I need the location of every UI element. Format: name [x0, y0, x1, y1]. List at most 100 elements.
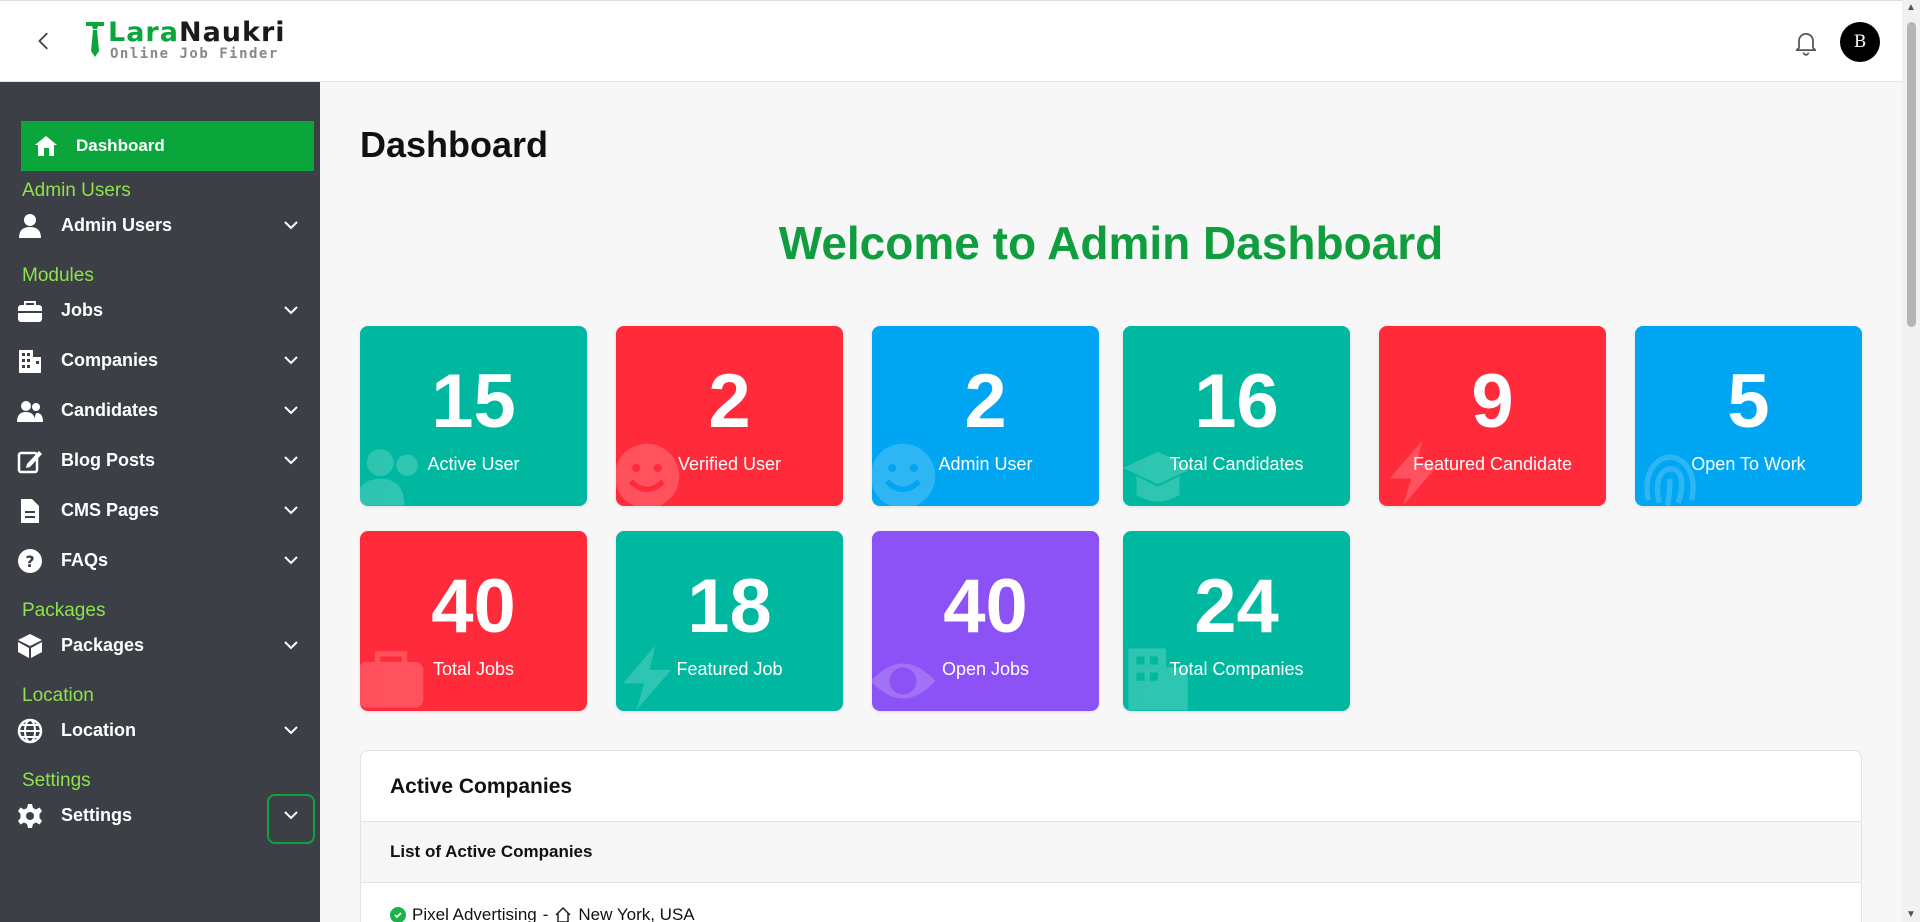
chevron-left-icon: [38, 32, 48, 50]
sidebar-item-label: Blog Posts: [61, 450, 156, 470]
stat-card-total-companies[interactable]: 24 Total Companies: [1123, 531, 1350, 711]
page-title: Dashboard: [360, 124, 549, 165]
stat-card-verified-user[interactable]: 2 Verified User: [616, 326, 843, 506]
chevron-down-icon: [284, 456, 298, 465]
stat-card-open-to-work[interactable]: 5 Open To Work: [1635, 326, 1862, 506]
sidebar-item-cms-pages[interactable]: CMS Pages: [0, 489, 320, 533]
chevron-down-icon: [284, 356, 298, 365]
svg-text:?: ?: [25, 552, 34, 571]
notifications-button[interactable]: [1792, 28, 1820, 56]
logo-naukri: Naukri: [178, 17, 286, 48]
sidebar-item-companies[interactable]: Companies: [0, 339, 320, 383]
logo-tagline: Online Job Finder: [110, 46, 279, 62]
stat-value: 40: [431, 564, 516, 649]
stat-value: 9: [1471, 359, 1514, 444]
chevron-down-icon: [284, 556, 298, 565]
section-modules: Modules: [22, 265, 94, 286]
sidebar-item-label: Candidates: [61, 400, 159, 420]
gear-icon: [18, 804, 42, 828]
sidebar-item-packages[interactable]: Packages: [0, 624, 320, 668]
stat-card-admin-user[interactable]: 2 Admin User: [872, 326, 1099, 506]
section-location: Location: [22, 685, 94, 706]
sidebar-item-settings[interactable]: Settings: [0, 794, 320, 844]
top-bar: LaraNaukri Online Job Finder B: [0, 0, 1902, 82]
stat-value: 16: [1194, 359, 1279, 444]
company-location: New York, USA: [578, 905, 695, 922]
stat-label: Verified User: [677, 454, 782, 474]
panel-title: Active Companies: [361, 751, 1861, 822]
chevron-down-icon: [284, 306, 298, 315]
globe-icon: [17, 718, 43, 744]
section-admin-users: Admin Users: [22, 180, 131, 201]
section-packages: Packages: [22, 600, 106, 621]
main-content: Dashboard Welcome to Admin Dashboard 15 …: [320, 82, 1902, 922]
chevron-down-icon: [284, 811, 298, 820]
home-icon: [35, 136, 57, 156]
sidebar-item-candidates[interactable]: Candidates: [0, 389, 320, 433]
user-icon: [19, 214, 41, 238]
stat-card-total-jobs[interactable]: 40 Total Jobs: [360, 531, 587, 711]
sidebar-item-label: Packages: [61, 635, 145, 655]
stat-value: 15: [431, 359, 516, 444]
chevron-down-icon: [284, 221, 298, 230]
stat-card-open-jobs[interactable]: 40 Open Jobs: [872, 531, 1099, 711]
sidebar-item-label: CMS Pages: [61, 500, 160, 520]
scroll-up-arrow-icon[interactable]: ▲: [1906, 2, 1916, 13]
stat-label: Featured Candidate: [1412, 454, 1573, 474]
stat-value: 2: [964, 359, 1007, 444]
chevron-down-icon: [284, 506, 298, 515]
scroll-down-arrow-icon[interactable]: ▼: [1906, 909, 1916, 920]
stat-label: Open Jobs: [941, 659, 1030, 679]
sidebar-item-admin-users[interactable]: Admin Users: [0, 204, 320, 248]
welcome-heading: Welcome to Admin Dashboard: [778, 217, 1444, 269]
stat-value: 2: [708, 359, 751, 444]
scroll-thumb[interactable]: [1907, 22, 1916, 327]
building-icon: [19, 350, 41, 373]
chevron-down-icon: [284, 641, 298, 650]
bell-icon: [1795, 32, 1817, 56]
logo-lara: Lara: [108, 17, 179, 48]
stat-value: 5: [1727, 359, 1770, 444]
sidebar-item-location[interactable]: Location: [0, 709, 320, 753]
sidebar-item-label: Companies: [61, 350, 159, 370]
sidebar-item-label: Location: [61, 720, 136, 740]
users-icon: [17, 401, 43, 422]
back-button[interactable]: [30, 27, 58, 55]
stat-label: Active User: [427, 454, 520, 474]
stat-label: Total Candidates: [1169, 454, 1304, 474]
stat-value: 40: [943, 564, 1028, 649]
sidebar-item-label: Admin Users: [61, 215, 173, 235]
sidebar-item-blog-posts[interactable]: Blog Posts: [0, 439, 320, 483]
briefcase-icon: [18, 301, 42, 322]
stat-card-active-user[interactable]: 15 Active User: [360, 326, 587, 506]
chevron-down-icon: [284, 726, 298, 735]
user-avatar[interactable]: B: [1840, 22, 1880, 62]
page-scrollbar[interactable]: ▲ ▼: [1902, 0, 1920, 922]
stat-card-featured-candidate[interactable]: 9 Featured Candidate: [1379, 326, 1606, 506]
sidebar-item-label: Jobs: [61, 300, 104, 320]
stat-label: Admin User: [938, 454, 1033, 474]
stat-label: Total Jobs: [432, 659, 515, 679]
home-icon: [555, 906, 571, 922]
tie-icon: [86, 22, 104, 57]
edit-icon: [17, 451, 42, 474]
stat-card-featured-job[interactable]: 18 Featured Job: [616, 531, 843, 711]
stat-card-total-candidates[interactable]: 16 Total Candidates: [1123, 326, 1350, 506]
active-companies-panel: Active Companies List of Active Companie…: [360, 750, 1862, 922]
question-icon: ?: [18, 549, 42, 573]
sidebar-item-label: Settings: [61, 805, 133, 825]
check-circle-icon: [390, 907, 406, 922]
list-item[interactable]: Pixel Advertising - New York, USA: [361, 883, 1861, 922]
file-icon: [21, 499, 39, 523]
stat-label: Open To Work: [1691, 454, 1806, 474]
panel-subtitle: List of Active Companies: [361, 822, 1861, 883]
stat-label: Featured Job: [676, 659, 783, 679]
sidebar: Dashboard Admin Users Admin Users Module…: [0, 82, 320, 922]
logo[interactable]: LaraNaukri Online Job Finder: [84, 19, 286, 63]
section-settings: Settings: [22, 770, 91, 791]
sidebar-item-jobs[interactable]: Jobs: [0, 289, 320, 333]
sidebar-item-dashboard[interactable]: Dashboard: [21, 121, 314, 171]
sidebar-item-label: Dashboard: [76, 136, 165, 155]
sidebar-item-faqs[interactable]: ? FAQs: [0, 539, 320, 583]
company-name[interactable]: Pixel Advertising: [412, 905, 537, 922]
